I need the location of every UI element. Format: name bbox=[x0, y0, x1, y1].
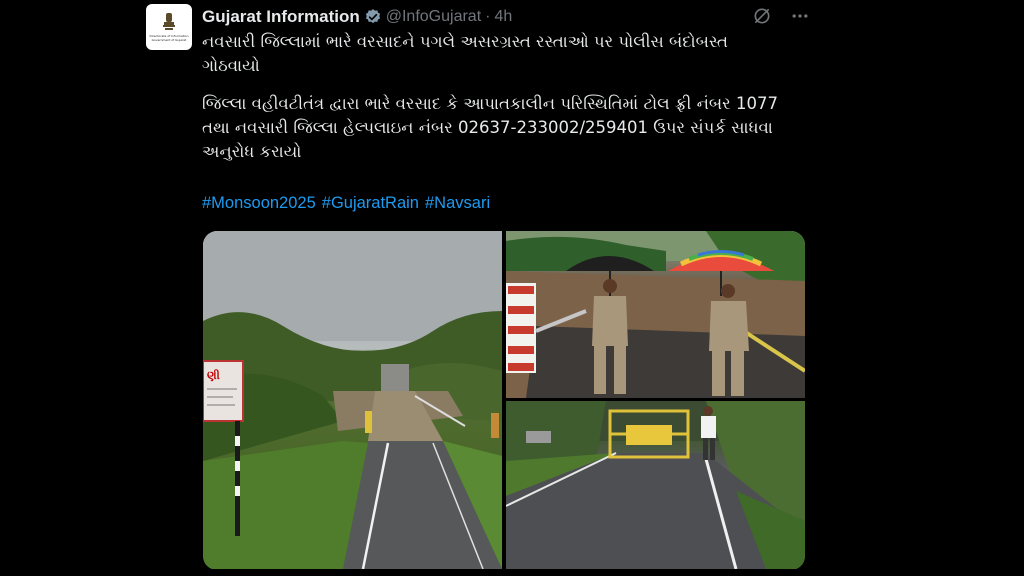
verified-badge-icon bbox=[365, 9, 380, 24]
hashtag-gujaratrain[interactable]: #GujaratRain bbox=[322, 194, 419, 213]
photo-flooded-bridge[interactable]: ણી bbox=[203, 231, 502, 569]
emblem-icon bbox=[163, 13, 175, 30]
timestamp[interactable]: 4h bbox=[494, 8, 512, 26]
tweet-paragraph-2: જિલ્લા વહીવટીતંત્ર દ્વારા ભારે વરસાદ કે … bbox=[202, 94, 778, 161]
separator-dot: · bbox=[485, 8, 491, 25]
media-grid: ણી bbox=[203, 231, 805, 570]
photo-road-barricade-art bbox=[506, 401, 805, 569]
more-icon[interactable] bbox=[790, 6, 810, 26]
tweet-actions bbox=[752, 6, 810, 26]
avatar-caption: Directorate of Information Government of… bbox=[149, 34, 189, 42]
hashtag-monsoon2025[interactable]: #Monsoon2025 bbox=[202, 194, 316, 213]
avatar[interactable]: Directorate of Information Government of… bbox=[146, 4, 192, 50]
hashtag-navsari[interactable]: #Navsari bbox=[425, 194, 490, 213]
photo-police-umbrellas[interactable] bbox=[506, 231, 805, 398]
tweet-card[interactable]: Directorate of Information Government of… bbox=[138, 0, 824, 576]
tweet-text: નવસારી જિલ્લામાં ભારે વરસાદને પગલે અસરગ્… bbox=[202, 30, 802, 164]
photo-flooded-bridge-art: ણી bbox=[203, 231, 502, 569]
sign-text: ણી bbox=[207, 368, 220, 382]
tweet-paragraph-1: નવસારી જિલ્લામાં ભારે વરસાદને પગલે અસરગ્… bbox=[202, 32, 729, 75]
author-name[interactable]: Gujarat Information bbox=[202, 7, 360, 27]
photo-road-barricade[interactable] bbox=[506, 401, 805, 569]
hashtag-list: #Monsoon2025 #GujaratRain #Navsari bbox=[202, 194, 490, 213]
grok-icon[interactable] bbox=[752, 6, 772, 26]
author-handle[interactable]: @InfoGujarat bbox=[386, 8, 481, 26]
tweet-header: Gujarat Information @InfoGujarat · 4h bbox=[202, 6, 512, 28]
photo-police-umbrellas-art bbox=[506, 231, 805, 398]
